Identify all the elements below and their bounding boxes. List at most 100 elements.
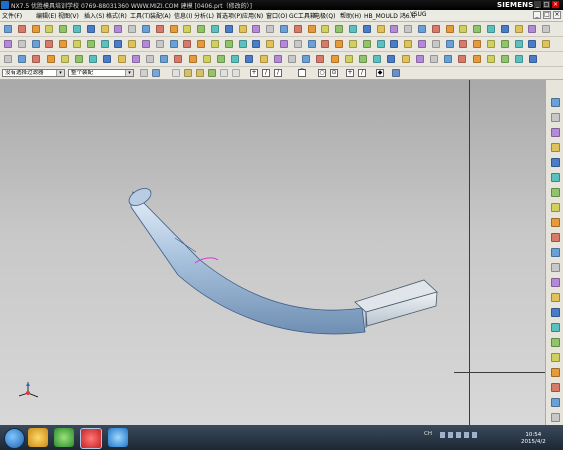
toolbar-tool-icon[interactable] — [86, 40, 95, 48]
toolbar-tool-icon[interactable] — [376, 40, 385, 48]
toolbar-tool-icon[interactable] — [45, 25, 54, 33]
menu-item-edit[interactable]: 编辑(E) — [36, 11, 56, 20]
toolbar-tool-icon[interactable] — [155, 40, 164, 48]
toolbar-tool-icon[interactable] — [142, 25, 150, 33]
resource-bar-tab-icon[interactable] — [551, 278, 560, 287]
toolbar-tool-icon[interactable] — [415, 55, 424, 63]
toolbar-tool-icon[interactable] — [197, 25, 206, 33]
toolbar-tool-icon[interactable] — [501, 55, 509, 63]
toolbar-tool-icon[interactable] — [335, 25, 344, 33]
start-button[interactable] — [4, 428, 25, 449]
taskbar-app-files-icon[interactable] — [28, 428, 48, 447]
toolbar-tool-icon[interactable] — [293, 25, 302, 33]
toolbar-tool-icon[interactable] — [146, 55, 154, 63]
toolbar-tool-icon[interactable] — [307, 25, 316, 33]
snap-existing-point-button[interactable]: + — [346, 69, 354, 77]
menu-item-tools[interactable]: 工具(T) — [130, 11, 150, 20]
toolbar-tool-icon[interactable] — [142, 40, 150, 48]
toolbar-tool-icon[interactable] — [266, 40, 275, 48]
snap-arc-button[interactable]: ⌒ — [298, 69, 306, 77]
toolbar-tool-icon[interactable] — [288, 55, 296, 63]
toolbar-tool-icon[interactable] — [231, 55, 240, 63]
doc-minimize-button[interactable]: _ — [533, 11, 541, 19]
toolbar-tool-icon[interactable] — [542, 25, 551, 33]
snap-control-point-button[interactable]: / — [274, 69, 282, 77]
toolbar-tool-icon[interactable] — [114, 25, 123, 33]
toolbar-tool-icon[interactable] — [211, 40, 219, 48]
toolbar-tool-icon[interactable] — [245, 55, 254, 63]
rectangle-select-icon[interactable] — [232, 69, 240, 77]
toolbar-tool-icon[interactable] — [114, 40, 123, 48]
toolbar-tool-icon[interactable] — [188, 55, 197, 63]
selection-scope-dropdown[interactable]: 整个装配 ▾ — [68, 69, 134, 77]
menu-item-hb-mould[interactable]: HB_MOULD 鸿6.6 — [364, 11, 415, 20]
toolbar-tool-icon[interactable] — [100, 40, 109, 48]
toolbar-tool-icon[interactable] — [362, 25, 371, 33]
toolbar-tool-icon[interactable] — [487, 25, 495, 33]
resource-bar-tab-icon[interactable] — [551, 383, 560, 392]
toolbar-tool-icon[interactable] — [4, 40, 12, 48]
toolbar-tool-icon[interactable] — [445, 40, 454, 48]
resource-bar-tab-icon[interactable] — [551, 98, 560, 107]
toolbar-tool-icon[interactable] — [217, 55, 225, 63]
toolbar-tool-icon[interactable] — [390, 25, 399, 33]
toolbar-tool-icon[interactable] — [349, 25, 357, 33]
toolbar-tool-icon[interactable] — [73, 40, 81, 48]
toolbar-tool-icon[interactable] — [160, 55, 169, 63]
toolbar-tool-icon[interactable] — [404, 25, 413, 33]
maximize-button[interactable]: □ — [543, 1, 550, 8]
toolbar-tool-icon[interactable] — [404, 40, 413, 48]
snap-on-curve-button[interactable]: / — [358, 69, 366, 77]
toolbar-tool-icon[interactable] — [183, 25, 192, 33]
toolbar-tool-icon[interactable] — [128, 25, 137, 33]
graphics-viewport[interactable] — [0, 80, 545, 425]
resource-bar-tab-icon[interactable] — [551, 353, 560, 362]
toolbar-tool-icon[interactable] — [128, 40, 137, 48]
toolbar-tool-icon[interactable] — [335, 40, 344, 48]
toolbar-tool-icon[interactable] — [89, 55, 98, 63]
toolbar-tool-icon[interactable] — [529, 55, 538, 63]
menu-item-assembly[interactable]: 装配(A) — [150, 11, 171, 20]
toolbar-tool-icon[interactable] — [174, 55, 183, 63]
menu-item-info[interactable]: 信息(I) — [174, 11, 192, 20]
resource-bar-tab-icon[interactable] — [551, 338, 560, 347]
toolbar-tool-icon[interactable] — [31, 25, 40, 33]
resource-bar-tab-icon[interactable] — [551, 113, 560, 122]
resource-bar-tab-icon[interactable] — [551, 248, 560, 257]
menu-item-format[interactable]: 格式(R) — [106, 11, 127, 20]
toolbar-tool-icon[interactable] — [59, 25, 68, 33]
toolbar-tool-icon[interactable] — [280, 25, 288, 33]
toolbar-tool-icon[interactable] — [316, 55, 325, 63]
toolbar-tool-icon[interactable] — [330, 55, 339, 63]
resource-bar-tab-icon[interactable] — [551, 158, 560, 167]
toolbar-tool-icon[interactable] — [211, 25, 219, 33]
toolbar-tool-icon[interactable] — [224, 25, 233, 33]
tray-language[interactable]: CH — [424, 431, 432, 437]
face-rule-icon[interactable] — [196, 69, 204, 77]
menu-item-preferences[interactable]: 首选项(P) — [216, 11, 242, 20]
toolbar-tool-icon[interactable] — [46, 55, 55, 63]
toolbar-tool-icon[interactable] — [459, 40, 468, 48]
taskbar-clock[interactable]: 10:54 2015/4/2 — [521, 432, 546, 446]
toolbar-tool-icon[interactable] — [473, 25, 482, 33]
toolbar-tool-icon[interactable] — [32, 55, 41, 63]
toolbar-tool-icon[interactable] — [252, 25, 261, 33]
toolbar-tool-icon[interactable] — [431, 25, 440, 33]
toolbar-tool-icon[interactable] — [273, 55, 282, 63]
toolbar-tool-icon[interactable] — [59, 40, 68, 48]
resource-bar-tab-icon[interactable] — [551, 323, 560, 332]
taskbar-app-chat-icon[interactable] — [108, 428, 128, 447]
tube-body[interactable] — [130, 191, 366, 335]
filter-settings-icon[interactable] — [140, 69, 148, 77]
resource-bar-tab-icon[interactable] — [551, 233, 560, 242]
menu-item-help[interactable]: 帮助(H) — [340, 11, 361, 20]
curve-rule-icon[interactable] — [184, 69, 192, 77]
toolbar-tool-icon[interactable] — [60, 55, 69, 63]
toolbar-tool-icon[interactable] — [528, 25, 537, 33]
toolbar-tool-icon[interactable] — [4, 55, 12, 63]
toolbar-tool-icon[interactable] — [17, 40, 26, 48]
toolbar-tool-icon[interactable] — [86, 25, 95, 33]
toolbar-tool-icon[interactable] — [390, 40, 399, 48]
toolbar-tool-icon[interactable] — [169, 25, 178, 33]
toolbar-tool-icon[interactable] — [514, 25, 523, 33]
